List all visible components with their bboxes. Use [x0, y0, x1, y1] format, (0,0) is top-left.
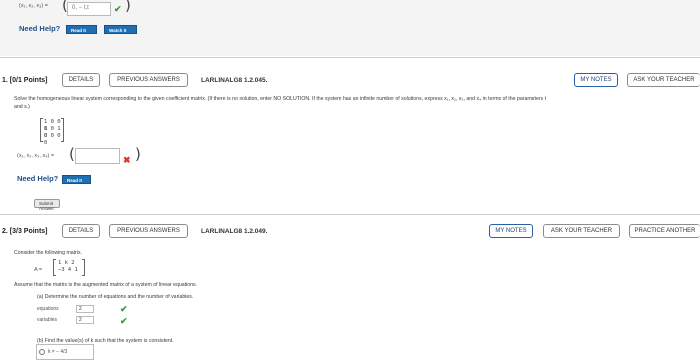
q2-matrix-label: A = — [34, 267, 43, 273]
q1-vars-label: (x₁, x₂, x₃, x₄) = — [17, 153, 55, 159]
divider — [0, 214, 700, 215]
matrix-bracket-left — [40, 118, 43, 142]
need-help-label: Need Help? — [19, 24, 61, 33]
check-icon: ✔ — [120, 304, 128, 314]
q1-answer-field[interactable] — [75, 148, 120, 164]
matrix-bracket-left — [53, 259, 56, 276]
q2-ask-teacher-button[interactable]: ASK YOUR TEACHER — [543, 224, 620, 238]
variables-label: variables — [37, 317, 58, 323]
watch-it-button[interactable]: Watch It — [104, 25, 137, 34]
q2-assume: Assume that the matrix is the augmented … — [14, 282, 198, 288]
q2-header: 2. [3/3 Points] — [2, 228, 48, 235]
equations-label: equations — [37, 306, 59, 312]
close-paren: ) — [135, 145, 141, 163]
read-it-button[interactable]: Read It — [66, 25, 97, 34]
q2-part-a: (a) Determine the number of equations an… — [37, 294, 194, 300]
q2-source: LARLINALG8 1.2.049. — [201, 228, 268, 235]
option-label: k ≠ − 4/3 — [48, 349, 68, 355]
matrix-row: 1 k 2 — [58, 260, 75, 266]
submit-answer-button[interactable]: Submit Answer — [34, 199, 60, 211]
q1-ask-teacher-button[interactable]: ASK YOUR TEACHER — [627, 73, 700, 87]
q1-source: LARLINALG8 1.2.045. — [201, 77, 268, 84]
check-icon: ✔ — [114, 4, 122, 14]
q2-my-notes-button[interactable]: MY NOTES — [489, 224, 533, 238]
q2-practice-another-button[interactable]: PRACTICE ANOTHER — [629, 224, 700, 238]
open-paren: ( — [69, 145, 75, 163]
q1-instructions: Solve the homogeneous linear system corr… — [14, 96, 547, 102]
read-it-button[interactable]: Read It — [62, 175, 91, 184]
equations-field[interactable]: 2 — [76, 305, 94, 313]
prev-vars-label: (x₁, x₂, x₃) = — [19, 3, 48, 9]
q1-my-notes-button[interactable]: MY NOTES — [574, 73, 618, 87]
cross-icon: ✖ — [123, 155, 131, 165]
need-help-label: Need Help? — [17, 174, 59, 183]
q1-details-button[interactable]: DETAILS — [62, 73, 100, 87]
q2-details-button[interactable]: DETAILS — [62, 224, 100, 238]
q2-previous-answers-button[interactable]: PREVIOUS ANSWERS — [109, 224, 188, 238]
matrix-row: 0 0 0 0 — [44, 133, 61, 146]
q1-header: 1. [0/1 Points] — [2, 77, 48, 84]
option-radio[interactable] — [39, 349, 45, 355]
matrix-bracket-right — [82, 259, 85, 276]
q1-previous-answers-button[interactable]: PREVIOUS ANSWERS — [109, 73, 188, 87]
q1-instructions-cont: and s.) — [14, 104, 30, 110]
variables-field[interactable]: 2 — [76, 316, 94, 324]
q2-consider: Consider the following matrix. — [14, 250, 83, 256]
prev-answer-field[interactable]: 0, − t,t — [67, 2, 111, 16]
q1-matrix: 1 0 0 1 0 0 1 0 0 0 0 0 — [40, 118, 64, 146]
check-icon: ✔ — [120, 316, 128, 326]
divider — [0, 57, 700, 58]
matrix-row: −3 4 1 — [58, 267, 78, 273]
q2-matrix: 1 k 2 −3 4 1 — [53, 259, 85, 276]
close-paren: ) — [125, 0, 131, 14]
